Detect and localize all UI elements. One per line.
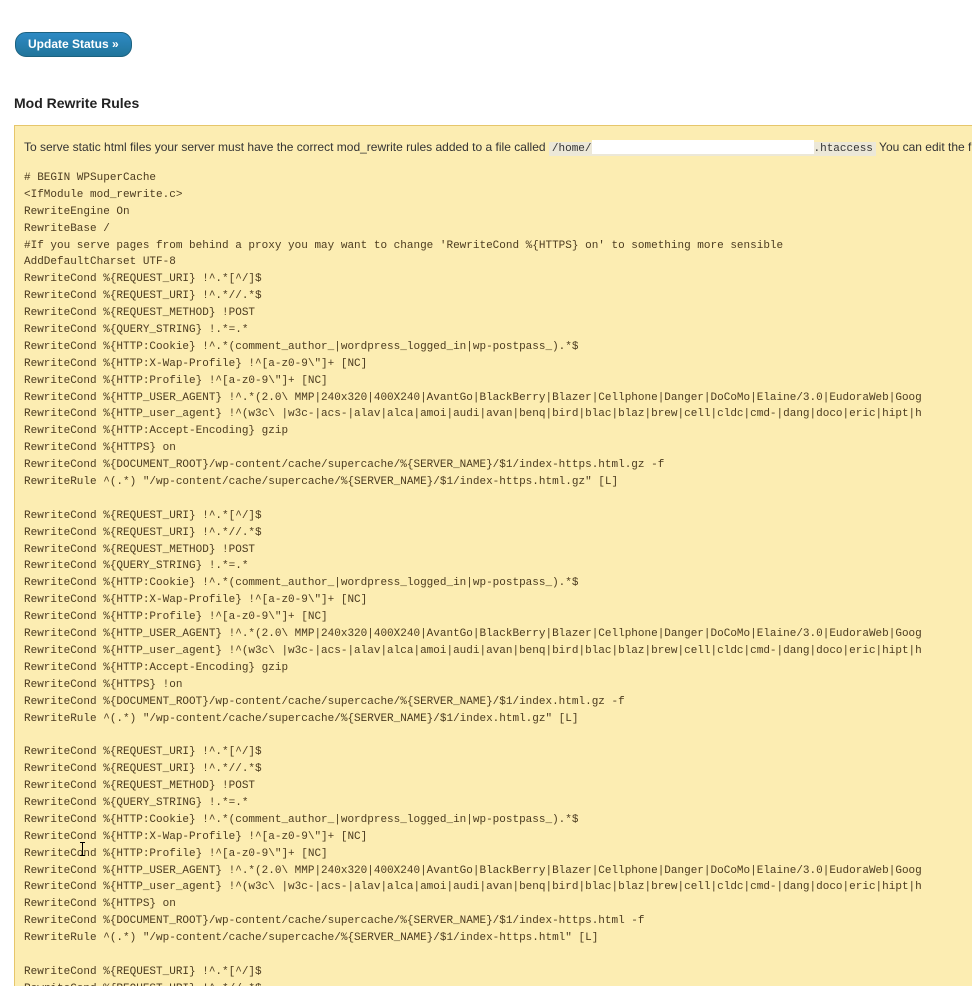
rule-line: RewriteRule ^(.*) "/wp-content/cache/sup…	[24, 932, 599, 945]
intro-after: You can edit the f	[875, 140, 972, 154]
rule-line: RewriteCond %{HTTP:Accept-Encoding} gzip	[24, 425, 289, 438]
rule-line: RewriteCond %{REQUEST_METHOD} !POST	[24, 307, 256, 320]
update-status-button[interactable]: Update Status »	[15, 32, 132, 57]
rule-line: # BEGIN WPSuperCache	[24, 172, 157, 184]
rule-line: RewriteCond %{REQUEST_METHOD} !POST	[24, 543, 256, 556]
rule-line: RewriteCond %{REQUEST_URI} !^.*//.*$	[24, 981, 922, 986]
rule-line: RewriteCond %{REQUEST_URI} !^.*[^/]$	[24, 273, 262, 286]
rule-line: RewriteCond %{REQUEST_URI} !^.*//.*$	[24, 763, 262, 776]
rule-line: RewriteCond %{HTTP:Profile} !^[a-z0-9\"]…	[24, 374, 328, 387]
rule-line: <IfModule mod_rewrite.c>	[24, 188, 183, 201]
page: Update Status » Mod Rewrite Rules To ser…	[0, 0, 972, 986]
rule-line: RewriteCond %{HTTP:Cookie} !^.*(comment_…	[24, 813, 579, 826]
rule-line: RewriteCond %{REQUEST_URI} !^.*[^/]$	[24, 965, 262, 978]
path-prefix: /home/	[551, 143, 592, 155]
rule-line: RewriteCond %{HTTP_user_agent} !^(w3c\ |…	[24, 881, 922, 894]
mod-rewrite-notice-box: To serve static html files your server m…	[14, 125, 972, 986]
rule-line: RewriteCond %{HTTP_USER_AGENT} !^.*(2.0\…	[24, 628, 922, 641]
intro-text: To serve static html files your server m…	[24, 139, 971, 157]
rule-line: RewriteCond %{QUERY_STRING} !.*=.*	[24, 324, 249, 337]
rule-line: #If you serve pages from behind a proxy …	[24, 239, 784, 252]
rule-line	[24, 491, 922, 508]
redacted-path-field	[591, 140, 814, 154]
rule-line: RewriteCond %{HTTPS} on	[24, 442, 176, 455]
rule-line: RewriteEngine On	[24, 205, 130, 218]
rule-line: RewriteCond %{HTTP:Profile} !^[a-z0-9\"]…	[24, 847, 328, 860]
rule-line: RewriteCond %{HTTP_user_agent} !^(w3c\ |…	[24, 644, 922, 657]
rule-line: RewriteCond %{REQUEST_URI} !^.*//.*$	[24, 526, 262, 539]
text-cursor-icon	[80, 842, 85, 856]
rule-line: RewriteRule ^(.*) "/wp-content/cache/sup…	[24, 476, 619, 489]
rule-line: RewriteCond %{HTTP_USER_AGENT} !^.*(2.0\…	[24, 391, 922, 404]
rule-line: RewriteCond %{REQUEST_METHOD} !POST	[24, 780, 256, 793]
rule-line: RewriteCond %{REQUEST_URI} !^.*[^/]$	[24, 509, 262, 522]
rule-line: RewriteCond %{QUERY_STRING} !.*=.*	[24, 796, 249, 809]
rule-line: RewriteCond %{REQUEST_URI} !^.*//.*$	[24, 290, 262, 303]
rule-line: RewriteRule ^(.*) "/wp-content/cache/sup…	[24, 712, 579, 725]
rule-line: RewriteCond %{HTTPS} on	[24, 898, 176, 911]
htaccess-path: /home/ .htaccess	[548, 140, 876, 156]
intro-before: To serve static html files your server m…	[24, 140, 549, 154]
rule-line: RewriteCond %{HTTP_USER_AGENT} !^.*(2.0\…	[24, 864, 922, 877]
rule-line	[24, 947, 922, 964]
section-title: Mod Rewrite Rules	[14, 95, 140, 111]
rule-line: RewriteCond %{DOCUMENT_ROOT}/wp-content/…	[24, 695, 625, 708]
rule-line: RewriteCond %{HTTP:X-Wap-Profile} !^[a-z…	[24, 830, 368, 843]
rule-line: RewriteCond %{HTTP:Accept-Encoding} gzip	[24, 661, 289, 674]
rule-line: RewriteCond %{HTTP_user_agent} !^(w3c\ |…	[24, 408, 922, 421]
rule-line: RewriteCond %{QUERY_STRING} !.*=.*	[24, 560, 249, 573]
rule-line: RewriteCond %{HTTPS} !on	[24, 678, 183, 691]
rule-line	[24, 727, 922, 744]
rule-line: RewriteCond %{HTTP:X-Wap-Profile} !^[a-z…	[24, 594, 368, 607]
rewrite-rules-code: # BEGIN WPSuperCache <IfModule mod_rewrit…	[24, 170, 922, 986]
rule-line: AddDefaultCharset UTF-8	[24, 256, 176, 269]
rule-line: RewriteBase /	[24, 222, 110, 235]
rule-line: RewriteCond %{REQUEST_URI} !^.*[^/]$	[24, 746, 262, 759]
rule-line: RewriteCond %{HTTP:X-Wap-Profile} !^[a-z…	[24, 357, 368, 370]
path-suffix: .htaccess	[813, 143, 873, 155]
rule-line: RewriteCond %{HTTP:Cookie} !^.*(comment_…	[24, 577, 579, 590]
rule-line: RewriteCond %{HTTP:Cookie} !^.*(comment_…	[24, 340, 579, 353]
rule-line: RewriteCond %{DOCUMENT_ROOT}/wp-content/…	[24, 459, 665, 472]
rule-line: RewriteCond %{HTTP:Profile} !^[a-z0-9\"]…	[24, 611, 328, 624]
rule-line: RewriteCond %{DOCUMENT_ROOT}/wp-content/…	[24, 915, 645, 928]
